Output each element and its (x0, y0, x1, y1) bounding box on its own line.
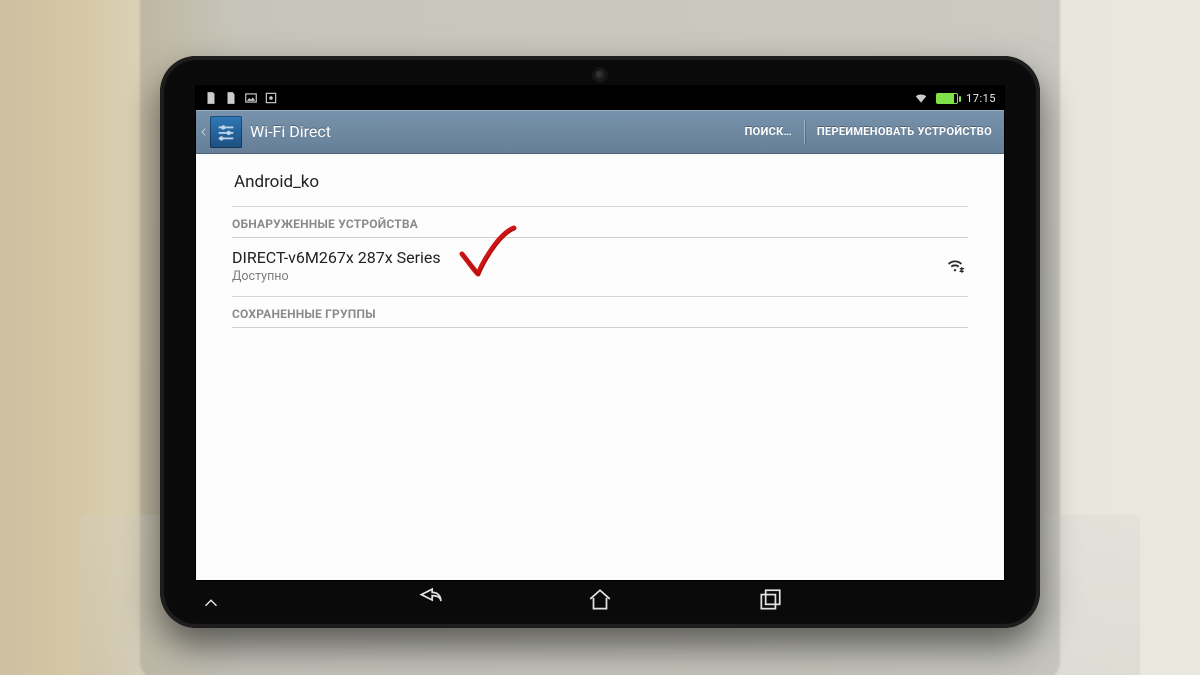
screen: 17:15 Wi-Fi Dir (196, 86, 1004, 580)
rename-action-label: ПЕРЕИМЕНОВАТЬ УСТРОЙСТВО (817, 125, 992, 138)
settings-app-icon (210, 116, 242, 148)
section-saved-groups-header: СОХРАНЕННЫЕ ГРУППЫ (232, 297, 968, 328)
self-device-name[interactable]: Android_ko (232, 156, 968, 206)
battery-icon (936, 93, 958, 104)
document-icon (224, 91, 238, 105)
image-icon (244, 91, 258, 105)
discovered-device-row[interactable]: DIRECT-v6M267x 287x Series Доступно (232, 238, 968, 297)
wifi-status-icon (914, 91, 928, 105)
search-action[interactable]: ПОИСК… (733, 110, 804, 153)
tablet-camera (595, 70, 605, 80)
action-bar-title: Wi-Fi Direct (250, 122, 331, 141)
content-scroll[interactable]: Android_ko ОБНАРУЖЕННЫЕ УСТРОЙСТВА DIREC… (196, 154, 1004, 580)
sdcard-icon (204, 91, 218, 105)
section-discovered-header: ОБНАРУЖЕННЫЕ УСТРОЙСТВА (232, 206, 968, 238)
discovered-device-status: Доступно (232, 269, 441, 284)
nav-back-button[interactable] (415, 585, 445, 615)
system-nav-bar (196, 582, 1004, 618)
action-bar-up-button[interactable]: Wi-Fi Direct (196, 110, 335, 153)
nav-home-button[interactable] (585, 585, 615, 615)
status-bar: 17:15 (196, 86, 1004, 110)
nav-recent-button[interactable] (755, 585, 785, 615)
screenshot-icon (264, 91, 278, 105)
search-action-label: ПОИСК… (745, 125, 792, 138)
rename-device-action[interactable]: ПЕРЕИМЕНОВАТЬ УСТРОЙСТВО (805, 110, 1004, 153)
status-clock: 17:15 (966, 92, 996, 105)
tablet-frame: 17:15 Wi-Fi Dir (160, 56, 1040, 628)
chevron-left-icon (198, 110, 210, 153)
action-bar: Wi-Fi Direct ПОИСК… ПЕРЕИМЕНОВАТЬ УСТРОЙ… (196, 110, 1004, 154)
discovered-device-name: DIRECT-v6M267x 287x Series (232, 248, 441, 267)
wifi-direct-icon (944, 253, 966, 279)
